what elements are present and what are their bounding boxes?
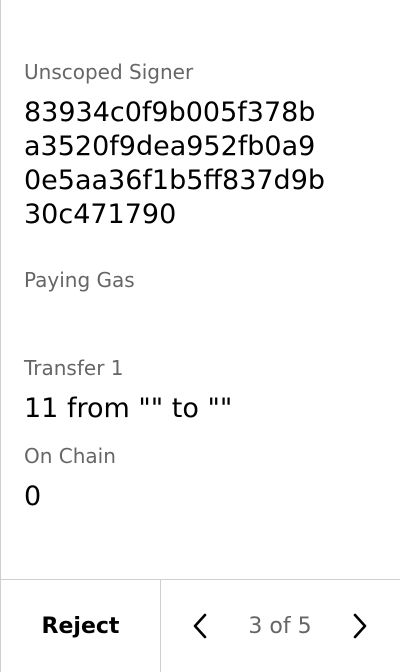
signer-address-line: a3520f9dea952fb0a9 <box>24 131 316 162</box>
next-button[interactable] <box>345 611 375 641</box>
signer-label: Unscoped Signer <box>24 60 194 84</box>
on-chain-value: 0 <box>24 481 42 512</box>
chevron-left-icon <box>193 613 207 639</box>
pager: 3 of 5 <box>161 580 400 672</box>
signer-address-line: 0e5aa36f1b5ff837d9b <box>24 165 326 196</box>
footer-bar: Reject 3 of 5 <box>0 579 400 672</box>
on-chain-label: On Chain <box>24 444 116 468</box>
reject-button[interactable]: Reject <box>1 580 160 672</box>
left-border <box>0 0 1 672</box>
paying-gas-label: Paying Gas <box>24 268 135 292</box>
signer-address-line: 83934c0f9b005f378b <box>24 97 316 128</box>
previous-button[interactable] <box>185 611 215 641</box>
transfer-label: Transfer 1 <box>24 356 124 380</box>
page-indicator: 3 of 5 <box>248 613 312 639</box>
signer-address-line: 30c471790 <box>24 199 177 230</box>
transfer-value: 11 from "" to "" <box>24 393 233 424</box>
chevron-right-icon <box>353 613 367 639</box>
signer-address: 83934c0f9b005f378b a3520f9dea952fb0a9 0e… <box>24 96 384 232</box>
